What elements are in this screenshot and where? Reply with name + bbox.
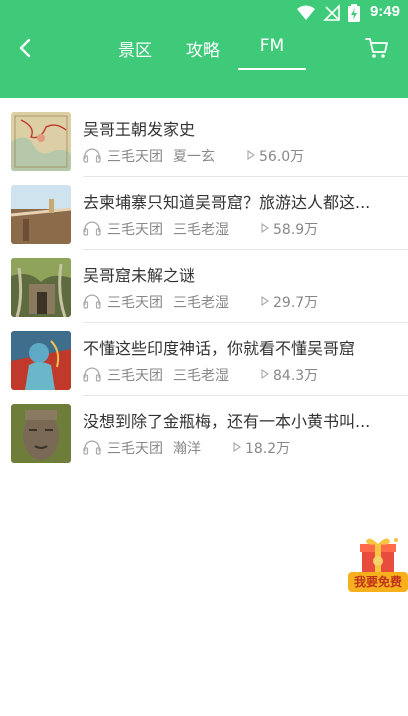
bridge-thumbnail — [11, 185, 71, 244]
listen-icon — [83, 221, 101, 236]
item-meta: 三毛天团 瀚洋 18.2万 — [83, 438, 403, 457]
item-host: 夏一玄 — [173, 149, 215, 165]
item-title: 没想到除了金瓶梅，还有一本小黄书叫... — [83, 412, 371, 431]
header: 9:49 景区 攻略 FM — [0, 0, 408, 98]
list-item[interactable]: 吴哥窟未解之谜 三毛天团 三毛老湿 29.7万 — [0, 250, 408, 323]
temple-ruins-thumbnail — [11, 258, 71, 317]
tab-fm[interactable]: FM — [237, 36, 307, 56]
battery-charging-icon — [348, 4, 360, 22]
list-item[interactable]: 吴哥王朝发家史 三毛天团 夏一玄 56.0万 — [0, 104, 408, 177]
chevron-left-icon[interactable] — [12, 34, 40, 62]
listen-icon — [83, 294, 101, 309]
active-tab-indicator — [238, 68, 306, 70]
item-title: 不懂这些印度神话，你就看不懂吴哥窟 — [83, 339, 356, 358]
item-host: 三毛老湿 — [173, 295, 229, 311]
map-thumbnail — [11, 112, 71, 171]
item-meta: 三毛天团 夏一玄 56.0万 — [83, 146, 403, 165]
play-count-icon — [261, 223, 269, 233]
top-navigation: 景区 攻略 FM — [0, 26, 408, 72]
play-count-icon — [233, 442, 241, 452]
item-host: 三毛老湿 — [173, 222, 229, 238]
item-meta: 三毛天团 三毛老湿 29.7万 — [83, 292, 403, 311]
no-signal-icon — [323, 4, 340, 21]
item-plays: 58.9万 — [273, 222, 319, 238]
item-title: 吴哥窟未解之谜 — [83, 266, 196, 285]
tab-guide[interactable]: 攻略 — [168, 36, 238, 61]
status-bar: 9:49 — [0, 0, 408, 26]
item-plays: 84.3万 — [273, 368, 319, 384]
gift-box-icon — [360, 538, 398, 572]
item-plays: 56.0万 — [259, 149, 305, 165]
item-plays: 29.7万 — [273, 295, 319, 311]
item-title: 去柬埔寨只知道吴哥窟？旅游达人都这... — [83, 193, 371, 212]
item-group: 三毛天团 — [107, 149, 163, 165]
free-gift-label: 我要免费 — [348, 572, 408, 592]
item-meta: 三毛天团 三毛老湿 58.9万 — [83, 219, 403, 238]
list-item[interactable]: 去柬埔寨只知道吴哥窟？旅游达人都这... 三毛天团 三毛老湿 58.9万 — [0, 177, 408, 250]
cart-icon[interactable] — [364, 36, 390, 60]
play-count-icon — [261, 296, 269, 306]
stone-face-thumbnail — [11, 404, 71, 463]
play-count-icon — [261, 369, 269, 379]
tab-scenic[interactable]: 景区 — [100, 36, 170, 61]
status-time: 9:49 — [369, 3, 400, 20]
item-group: 三毛天团 — [107, 368, 163, 384]
wifi-icon — [297, 5, 315, 20]
listen-icon — [83, 367, 101, 382]
item-group: 三毛天团 — [107, 222, 163, 238]
item-meta: 三毛天团 三毛老湿 84.3万 — [83, 365, 403, 384]
item-group: 三毛天团 — [107, 441, 163, 457]
item-plays: 18.2万 — [245, 441, 291, 457]
free-gift-button[interactable]: 我要免费 — [346, 534, 408, 594]
item-title: 吴哥王朝发家史 — [83, 120, 196, 139]
deity-mural-thumbnail — [11, 331, 71, 390]
listen-icon — [83, 148, 101, 163]
list-item[interactable]: 没想到除了金瓶梅，还有一本小黄书叫... 三毛天团 瀚洋 18.2万 — [0, 396, 408, 469]
item-host: 三毛老湿 — [173, 368, 229, 384]
listen-icon — [83, 440, 101, 455]
play-count-icon — [247, 150, 255, 160]
item-group: 三毛天团 — [107, 295, 163, 311]
list-item[interactable]: 不懂这些印度神话，你就看不懂吴哥窟 三毛天团 三毛老湿 84.3万 — [0, 323, 408, 396]
item-host: 瀚洋 — [173, 441, 201, 457]
